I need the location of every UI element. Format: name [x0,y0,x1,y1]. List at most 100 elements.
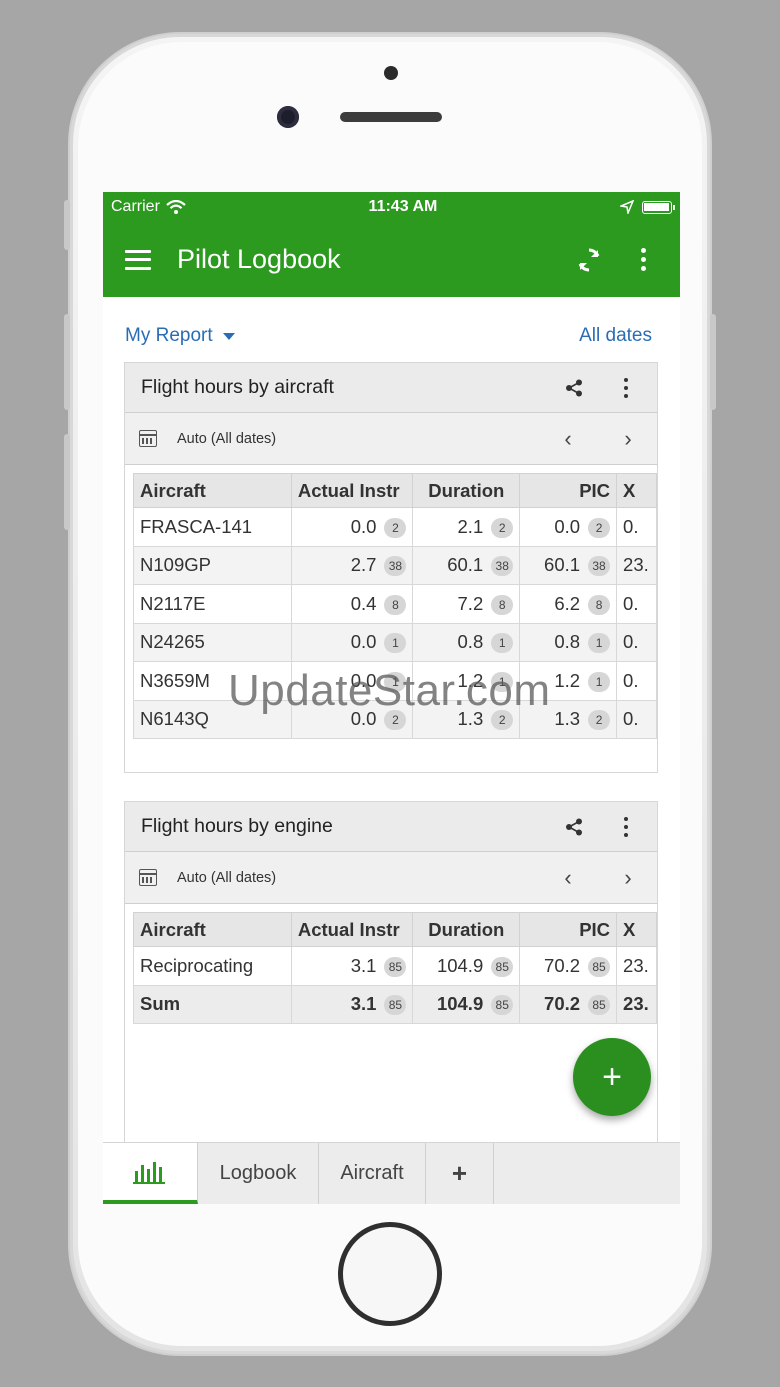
tab-reports[interactable] [103,1143,198,1204]
menu-icon[interactable] [125,249,151,270]
flight-count-badge: 85 [588,995,611,1016]
flight-count-badge: 1 [491,633,514,654]
calendar-icon [139,869,157,886]
column-header[interactable]: Duration [412,473,521,508]
cell-value: 3.1 [350,993,377,1015]
prev-period-icon[interactable]: ‹ [553,426,583,452]
table-cell: 70.2 85 [519,984,618,1024]
earpiece-speaker [340,112,442,122]
tab-logbook[interactable]: Logbook [198,1143,319,1204]
overflow-menu-icon[interactable] [628,245,658,275]
next-period-icon[interactable]: › [613,865,643,891]
prev-period-icon[interactable]: ‹ [553,865,583,891]
cell-value: 0. [623,631,639,653]
date-filter-link[interactable]: All dates [579,325,652,347]
table-row[interactable]: FRASCA-141 0.0 2 2.1 2 0.0 2 0. [133,507,657,547]
add-entry-button[interactable]: + [573,1038,651,1116]
engine-hours-table: Aircraft Actual Instr Duration PIC X Rec… [133,912,657,1024]
report-dropdown[interactable]: My Report [125,325,235,347]
flight-count-badge: 1 [384,633,407,654]
card-title: Flight hours by engine [141,815,333,837]
table-cell: 0. [616,661,657,701]
column-header[interactable]: Actual Instr [290,912,414,947]
flight-count-badge: 8 [384,594,407,615]
table-cell: 23. [616,946,657,986]
cell-value: N3659M [140,669,210,691]
column-header[interactable]: X [616,473,657,508]
cell-value: 2.7 [350,554,377,576]
cell-value: 23. [623,554,649,576]
table-cell: 60.1 38 [519,545,618,585]
front-camera [277,106,299,128]
table-cell: 2.7 38 [290,545,414,585]
table-cell: 104.9 85 [412,984,521,1024]
flight-count-badge: 8 [588,594,611,615]
cell-value: 0.8 [457,631,484,653]
table-row[interactable]: N24265 0.0 1 0.8 1 0.8 1 0. [133,622,657,662]
share-icon[interactable] [559,818,589,836]
cell-value: 23. [623,954,649,976]
table-cell: 0.0 2 [519,507,618,547]
flight-count-badge: 85 [384,956,407,977]
table-row[interactable]: N109GP 2.7 38 60.1 38 60.1 38 23. [133,545,657,585]
table-cell: 0. [616,584,657,624]
column-header[interactable]: Duration [412,912,521,947]
location-arrow-icon [619,200,634,214]
table-cell: 104.9 85 [412,946,521,986]
status-bar: Carrier 11:43 AM [103,192,680,222]
cell-value: 60.1 [447,554,484,576]
home-button[interactable] [338,1222,442,1326]
column-header[interactable]: PIC [519,473,618,508]
card-menu-icon[interactable] [611,377,641,398]
sum-row[interactable]: Sum 3.1 85 104.9 85 70.2 85 23. [133,984,657,1024]
column-header[interactable]: Actual Instr [290,473,414,508]
app-bar: Carrier 11:43 AM Pilot Logbook [103,192,680,297]
flight-count-badge: 85 [588,956,611,977]
cell-value: 7.2 [457,592,484,614]
table-row[interactable]: Reciprocating 3.1 85 104.9 85 70.2 85 23. [133,946,657,986]
flight-count-badge: 1 [588,633,611,654]
card-header: Flight hours by engine [125,802,657,852]
cell-value: N6143Q [140,708,209,730]
bar-chart-icon [133,1161,165,1184]
cell-value: Reciprocating [140,954,254,976]
cell-value: 6.2 [554,592,581,614]
table-header-row: Aircraft Actual Instr Duration PIC X [133,912,657,947]
column-header[interactable]: PIC [519,912,618,947]
next-period-icon[interactable]: › [613,426,643,452]
flight-count-badge: 2 [588,710,611,731]
cell-value: N24265 [140,631,205,653]
calendar-icon [139,430,157,447]
cell-value: 0.0 [554,515,581,537]
cell-value: 104.9 [436,954,484,976]
cell-value: 104.9 [436,993,484,1015]
engine-table-scroll[interactable]: Aircraft Actual Instr Duration PIC X Rec… [133,912,657,1024]
card-menu-icon[interactable] [611,816,641,837]
column-header[interactable]: X [616,912,657,947]
table-cell: 2.1 2 [412,507,521,547]
tab-aircraft[interactable]: Aircraft [319,1143,426,1204]
column-header[interactable]: Aircraft [133,912,292,947]
cell-value: 0.0 [350,631,377,653]
table-cell: N24265 [133,622,292,662]
flight-count-badge: 38 [384,556,407,577]
table-cell: N109GP [133,545,292,585]
date-range-row: Auto (All dates) ‹ › [125,413,657,465]
toolbar: Pilot Logbook [103,222,680,297]
flight-count-badge: 38 [588,556,611,577]
table-cell: FRASCA-141 [133,507,292,547]
app-title: Pilot Logbook [177,244,341,274]
share-icon[interactable] [559,379,589,397]
table-cell: 0.0 1 [290,622,414,662]
date-range-label: Auto (All dates) [177,430,277,447]
sync-icon[interactable] [574,245,604,275]
flight-count-badge: 38 [491,556,514,577]
cell-value: 0.0 [350,515,377,537]
cell-value: 23. [623,993,649,1015]
table-row[interactable]: N2117E 0.4 8 7.2 8 6.2 8 0. [133,584,657,624]
column-header[interactable]: Aircraft [133,473,292,508]
cell-value: 2.1 [457,515,484,537]
tab-add[interactable]: + [426,1143,494,1204]
flight-count-badge: 85 [384,995,407,1016]
flight-count-badge: 8 [491,594,514,615]
